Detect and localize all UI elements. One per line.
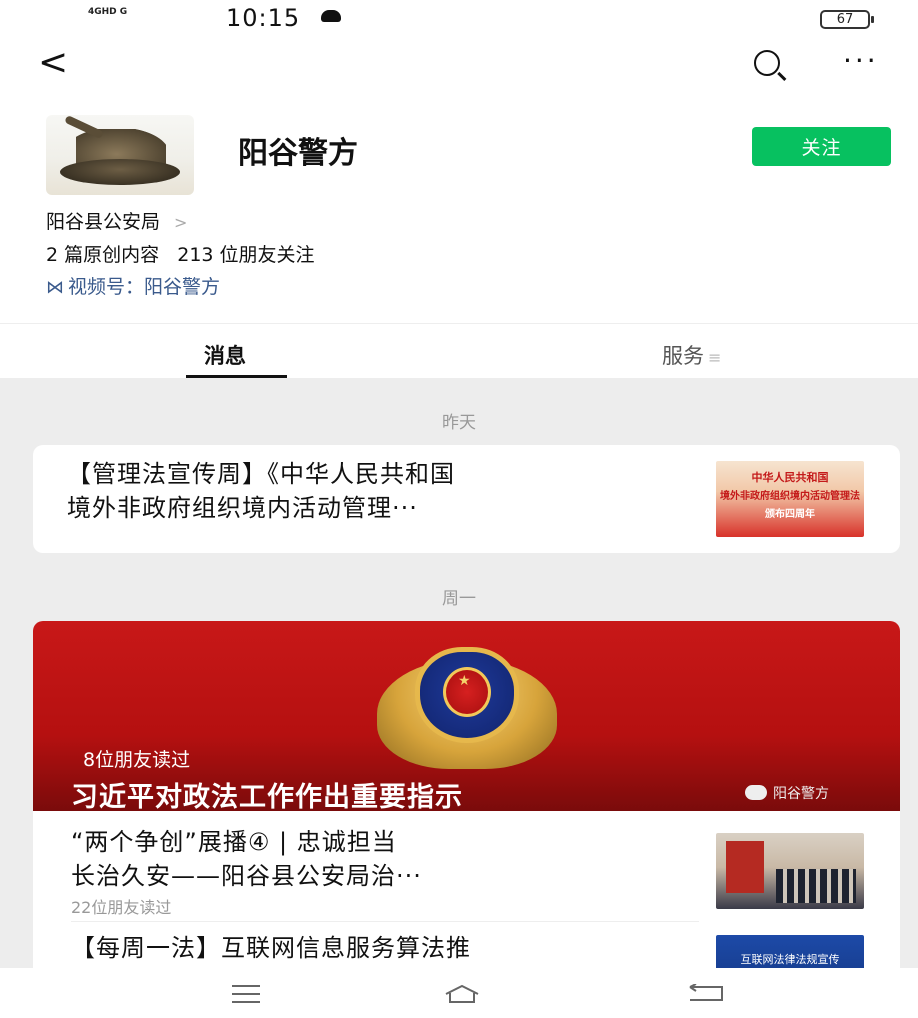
menu-icon[interactable] <box>232 985 260 1003</box>
article-thumbnail: 中华人民共和国 境外非政府组织境内活动管理法 颁布四周年 <box>716 461 864 537</box>
article-title[interactable]: “两个争创”展播④ | 忠诚担当 长治久安——阳谷县公安局治··· <box>71 825 422 893</box>
article-card[interactable]: 【管理法宣传周】《中华人民共和国 境外非政府组织境内活动管理··· 中华人民共和… <box>33 445 900 553</box>
featured-article-banner[interactable]: ★ 8位朋友读过 习近平对政法工作作出重要指示 阳谷警方 <box>33 621 900 811</box>
tab-services-label: 服务 <box>662 344 704 368</box>
article-title[interactable]: 【每周一法】互联网信息服务算法推 <box>71 931 471 965</box>
featured-article-title: 习近平对政法工作作出重要指示 <box>71 782 463 811</box>
back-icon[interactable]: < <box>38 42 68 83</box>
cloud-icon <box>321 10 341 22</box>
banner-source: 阳谷警方 <box>745 783 829 803</box>
organization-name: 阳谷县公安局 <box>46 211 161 233</box>
status-bar: 4GHD G 10:15 67 <box>0 0 918 36</box>
status-time: 10:15 <box>226 4 301 32</box>
video-channel-icon: ⋈ <box>46 277 64 298</box>
avatar[interactable] <box>46 115 194 195</box>
article-thumbnail <box>716 833 864 909</box>
article-group-card[interactable]: ★ 8位朋友读过 习近平对政法工作作出重要指示 阳谷警方 “两个争创”展播④ |… <box>33 621 900 968</box>
tab-messages[interactable]: 消息 <box>204 340 246 370</box>
account-name: 阳谷警方 <box>238 136 358 171</box>
organization-link[interactable]: 阳谷县公安局 > <box>46 207 187 234</box>
video-channel-label: 视频号：阳谷警方 <box>68 276 221 298</box>
account-stats: 2 篇原创内容 213 位朋友关注 <box>46 244 315 266</box>
search-icon[interactable] <box>754 50 780 76</box>
more-icon[interactable]: ··· <box>843 44 879 77</box>
date-separator: 昨天 <box>442 413 476 433</box>
back-nav-icon[interactable] <box>686 984 726 1002</box>
friends-read-count: 8位朋友读过 <box>83 749 191 771</box>
network-signal-icon: 4GHD G <box>88 7 128 17</box>
divider <box>0 323 918 324</box>
chevron-right-icon: > <box>174 213 188 232</box>
friends-read-count: 22位朋友读过 <box>71 898 172 917</box>
battery-indicator: 67 <box>820 10 874 29</box>
article-title: 【管理法宣传周】《中华人民共和国 境外非政府组织境内活动管理··· <box>67 460 455 522</box>
tab-services[interactable]: 服务 ≡ <box>662 340 721 370</box>
article-thumbnail: 互联网法律法规宣传 <box>716 935 864 968</box>
wechat-icon <box>745 785 767 800</box>
menu-icon: ≡ <box>708 348 722 367</box>
date-separator: 周一 <box>442 589 476 609</box>
follow-button[interactable]: 关注 <box>752 127 891 166</box>
message-feed[interactable]: 昨天 【管理法宣传周】《中华人民共和国 境外非政府组织境内活动管理··· 中华人… <box>0 378 918 968</box>
home-icon[interactable] <box>444 984 480 1004</box>
video-channel-link[interactable]: ⋈ 视频号：阳谷警方 <box>46 272 220 299</box>
